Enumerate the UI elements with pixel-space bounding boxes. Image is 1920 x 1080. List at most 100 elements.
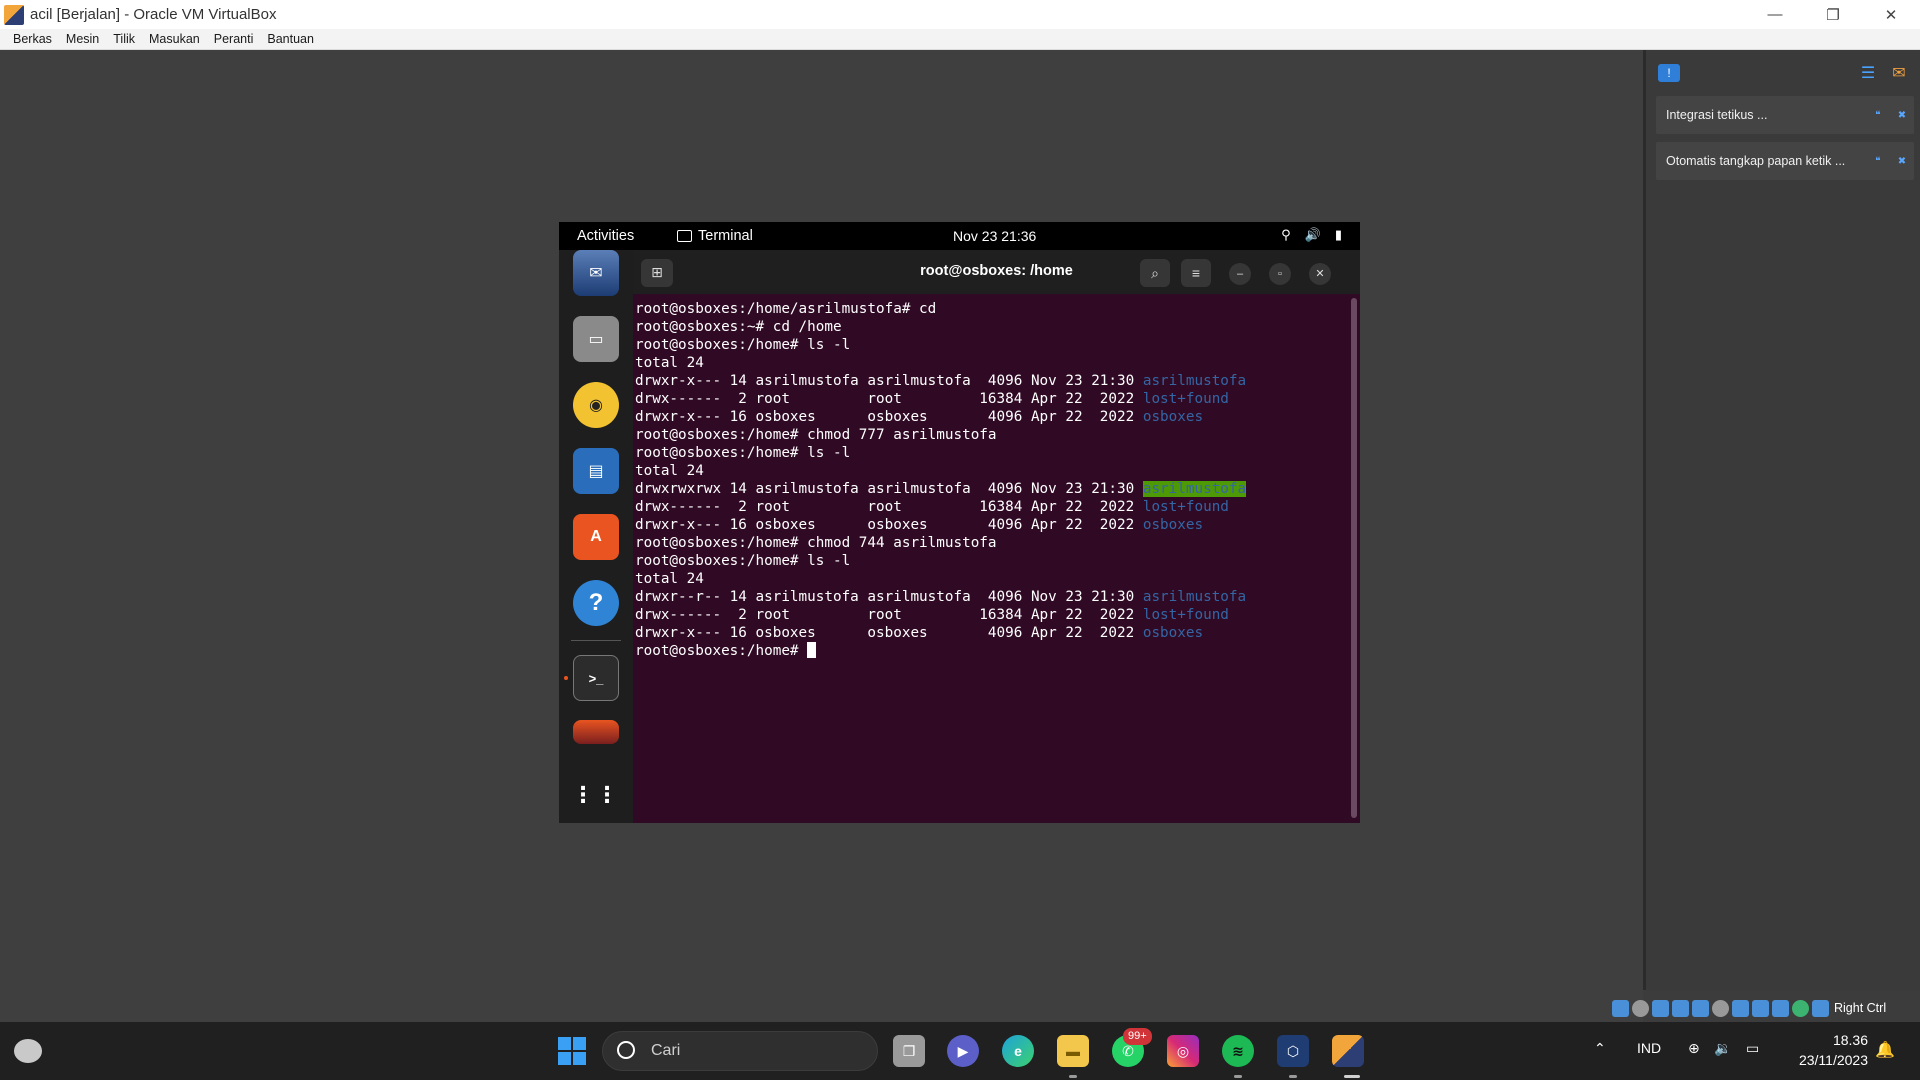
sort-icon[interactable]: ☰ bbox=[1858, 64, 1878, 84]
terminal-output[interactable]: root@osboxes:/home/asrilmustofa# cd root… bbox=[633, 294, 1360, 823]
clock-time: 18.36 bbox=[1832, 1032, 1868, 1048]
terminal-line: root@osboxes:/home# chmod 777 asrilmusto… bbox=[635, 427, 997, 443]
menu-mesin[interactable]: Mesin bbox=[59, 32, 106, 46]
edge-browser-icon[interactable]: e bbox=[1002, 1035, 1034, 1067]
clock-date: 23/11/2023 bbox=[1798, 1052, 1868, 1068]
optical-drive-icon[interactable] bbox=[1632, 999, 1649, 1017]
help-icon[interactable]: ? bbox=[573, 580, 619, 626]
terminal-cursor bbox=[807, 642, 817, 658]
guest-screen[interactable]: Activities Terminal Nov 23 21:36 ⚲ 🔊 ▮ ✉… bbox=[559, 222, 1360, 823]
system-tray[interactable]: ⚲ 🔊 ▮ bbox=[1281, 227, 1342, 243]
show-apps-icon[interactable]: ⋮⋮ bbox=[572, 772, 619, 818]
vbox-menubar: Berkas Mesin Tilik Masukan Peranti Bantu… bbox=[0, 29, 1920, 50]
audio-icon[interactable] bbox=[1652, 999, 1669, 1017]
weather-widget-icon[interactable] bbox=[14, 1039, 42, 1063]
menu-tilik[interactable]: Tilik bbox=[106, 32, 142, 46]
terminal-line: root@osboxes:/home/asrilmustofa# cd bbox=[635, 301, 937, 317]
gnome-top-bar: Activities Terminal Nov 23 21:36 ⚲ 🔊 ▮ bbox=[559, 222, 1360, 250]
message-icon[interactable]: ! bbox=[1658, 64, 1680, 82]
directory-name: lost+found bbox=[1142, 499, 1229, 515]
terminal-headerbar: ⊞ root@osboxes: /home ⌕ ≡ – ▫ ✕ bbox=[633, 250, 1360, 294]
notification-bell-icon[interactable]: 🔔 bbox=[1875, 1040, 1895, 1060]
teams-chat-icon[interactable]: ▶ bbox=[947, 1035, 979, 1067]
task-view-icon[interactable]: ❐ bbox=[893, 1035, 925, 1067]
window-controls: — ❐ ✕ bbox=[1746, 0, 1920, 29]
software-center-icon[interactable]: A bbox=[573, 514, 619, 560]
terminal-minimize-button[interactable]: – bbox=[1229, 263, 1251, 285]
windows-logo-icon bbox=[558, 1037, 571, 1050]
terminal-line: drwx------ 2 root root 16384 Apr 22 2022… bbox=[635, 391, 1229, 407]
network-globe-icon[interactable]: ⊕ bbox=[1688, 1040, 1700, 1057]
app-menu[interactable]: Terminal bbox=[677, 228, 753, 244]
window-title: acil [Berjalan] - Oracle VM VirtualBox bbox=[30, 6, 277, 23]
display-icon[interactable] bbox=[1732, 999, 1749, 1017]
mouse-capture-icon[interactable] bbox=[1812, 999, 1829, 1017]
file-explorer-icon[interactable]: ▬ bbox=[1057, 1035, 1089, 1067]
language-indicator[interactable]: IND bbox=[1637, 1040, 1661, 1056]
files-icon[interactable]: ▭ bbox=[573, 316, 619, 362]
instagram-icon[interactable]: ◎ bbox=[1167, 1035, 1199, 1067]
terminal-prompt-line[interactable]: root@osboxes:/home# bbox=[635, 642, 1360, 660]
hard-disk-icon[interactable] bbox=[1612, 999, 1629, 1017]
rhythmbox-icon[interactable]: ◉ bbox=[573, 382, 619, 428]
show-hidden-icons-chevron-icon[interactable]: ⌃ bbox=[1594, 1040, 1606, 1057]
taskbar-clock[interactable]: 18.36 23/11/2023 bbox=[1780, 1030, 1868, 1070]
clear-all-icon[interactable]: ✉ bbox=[1888, 64, 1910, 84]
thunderbird-icon[interactable]: ✉ bbox=[573, 250, 619, 296]
spotify-icon[interactable]: ≋ bbox=[1222, 1035, 1254, 1067]
terminal-line: drwxr-x--- 14 asrilmustofa asrilmustofa … bbox=[635, 373, 1247, 389]
directory-name: asrilmustofa bbox=[1142, 589, 1247, 605]
hamburger-menu-button[interactable]: ≡ bbox=[1181, 259, 1211, 287]
terminal-maximize-button[interactable]: ▫ bbox=[1269, 263, 1291, 285]
terminal-scrollbar[interactable] bbox=[1351, 298, 1357, 818]
network-icon[interactable] bbox=[1672, 999, 1689, 1017]
battery-icon: ▮ bbox=[1334, 227, 1342, 242]
close-button[interactable]: ✕ bbox=[1862, 0, 1920, 29]
search-button[interactable]: ⌕ bbox=[1140, 259, 1170, 287]
terminal-close-button[interactable]: ✕ bbox=[1309, 263, 1331, 285]
minimize-button[interactable]: — bbox=[1746, 0, 1804, 29]
virtualbox-vm-window-icon[interactable] bbox=[1332, 1035, 1364, 1067]
vbox-statusbar: Right Ctrl bbox=[1612, 996, 1920, 1020]
terminal-title: root@osboxes: /home bbox=[920, 263, 1073, 279]
speaker-icon[interactable]: 🔉 bbox=[1714, 1040, 1731, 1057]
host-key-label[interactable]: Right Ctrl bbox=[1834, 1001, 1886, 1015]
terminal-dock-icon[interactable]: >_ bbox=[573, 655, 619, 701]
cpu-icon[interactable] bbox=[1772, 999, 1789, 1017]
restore-button[interactable]: ❐ bbox=[1804, 0, 1862, 29]
writer-icon[interactable]: ▤ bbox=[573, 448, 619, 494]
notification-center: ! ☰ ✉ Integrasi tetikus ... ❝ ✖ Otomatis… bbox=[1643, 50, 1920, 990]
terminal-icon bbox=[677, 230, 692, 242]
notification-info-icon[interactable]: ❝ bbox=[1866, 110, 1890, 121]
battery-icon[interactable]: ▭ bbox=[1746, 1040, 1759, 1057]
activities-button[interactable]: Activities bbox=[577, 228, 634, 244]
start-button[interactable] bbox=[558, 1037, 586, 1065]
network-icon: ⚲ bbox=[1281, 227, 1291, 242]
guest-additions-icon[interactable] bbox=[1792, 999, 1809, 1017]
usb-icon[interactable] bbox=[1692, 999, 1709, 1017]
menu-masukan[interactable]: Masukan bbox=[142, 32, 207, 46]
notification-info-icon[interactable]: ❝ bbox=[1866, 156, 1890, 167]
shared-folders-icon[interactable] bbox=[1712, 999, 1729, 1017]
notification-close-icon[interactable]: ✖ bbox=[1890, 110, 1914, 121]
terminal-line: root@osboxes:/home# ls -l bbox=[635, 337, 851, 353]
directory-name: lost+found bbox=[1142, 607, 1229, 623]
menu-peranti[interactable]: Peranti bbox=[207, 32, 261, 46]
recording-icon[interactable] bbox=[1752, 999, 1769, 1017]
app-icon[interactable] bbox=[573, 720, 619, 744]
terminal-line: drwxr--r-- 14 asrilmustofa asrilmustofa … bbox=[635, 589, 1247, 605]
notification-close-icon[interactable]: ✖ bbox=[1890, 156, 1914, 167]
notification-keyboard-capture[interactable]: Otomatis tangkap papan ketik ... ❝ ✖ bbox=[1656, 142, 1914, 180]
notification-text: Otomatis tangkap papan ketik ... bbox=[1666, 154, 1846, 168]
running-indicator bbox=[1289, 1075, 1297, 1078]
virtualbox-manager-icon[interactable]: ⬡ bbox=[1277, 1035, 1309, 1067]
virtualbox-app-icon bbox=[4, 4, 24, 25]
active-indicator bbox=[1344, 1075, 1360, 1078]
menu-berkas[interactable]: Berkas bbox=[6, 32, 59, 46]
gnome-clock[interactable]: Nov 23 21:36 bbox=[953, 228, 1036, 244]
ubuntu-dock: ✉ ▭ ◉ ▤ A ? >_ ⋮⋮ bbox=[559, 250, 633, 823]
notification-mouse-integration[interactable]: Integrasi tetikus ... ❝ ✖ bbox=[1656, 96, 1914, 134]
menu-bantuan[interactable]: Bantuan bbox=[260, 32, 321, 46]
taskbar-search[interactable]: Cari bbox=[602, 1031, 878, 1071]
notification-text: Integrasi tetikus ... bbox=[1666, 108, 1768, 122]
